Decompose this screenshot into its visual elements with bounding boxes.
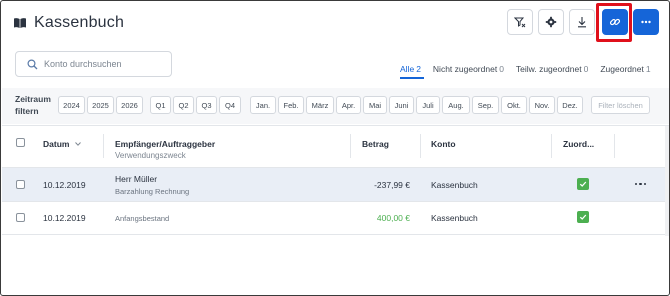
month-chip-apr[interactable]: Apr. xyxy=(336,96,361,114)
more-icon xyxy=(641,20,651,24)
column-subheader-purpose: Verwendungszweck xyxy=(115,151,186,160)
month-chip-sep[interactable]: Sep. xyxy=(472,96,499,114)
assigned-check-icon xyxy=(577,178,589,190)
year-chip-2026[interactable]: 2026 xyxy=(116,96,143,114)
active-tab-indicator xyxy=(400,77,424,79)
sort-chevron-down-icon xyxy=(75,142,82,146)
month-chip-mai[interactable]: Mai xyxy=(363,96,387,114)
column-separator xyxy=(420,134,421,158)
row-divider xyxy=(2,234,669,235)
table-header-top-border xyxy=(2,125,669,126)
row-date: 10.12.2019 xyxy=(43,180,86,190)
assignment-tabs: Alle 2 Nicht zugeordnet 0 Teilw. zugeordne… xyxy=(400,64,663,74)
tab-label: Alle xyxy=(400,64,415,74)
year-chip-2025[interactable]: 2025 xyxy=(87,96,114,114)
row-date: 10.12.2019 xyxy=(43,213,86,223)
month-chip-juni[interactable]: Juni xyxy=(389,96,414,114)
quarter-chip-q3[interactable]: Q3 xyxy=(196,96,217,114)
tab-label: Teilw. zugeordnet xyxy=(515,64,582,74)
row-amount: -237,99 € xyxy=(374,180,410,190)
month-chip-dez[interactable]: Dez. xyxy=(557,96,583,114)
column-header-date[interactable]: Datum xyxy=(43,139,82,149)
settings-icon xyxy=(545,16,557,28)
column-header-date-label: Datum xyxy=(43,139,70,149)
download-icon xyxy=(578,17,586,28)
tab-label: Zugeordnet xyxy=(600,64,644,74)
period-filter-label-line2: filtern xyxy=(15,106,39,116)
tab-teilw-zugeordnet[interactable]: Teilw. zugeordnet 0 xyxy=(516,64,588,74)
quarter-chip-q2[interactable]: Q2 xyxy=(173,96,194,114)
row-purpose: Anfangsbestand xyxy=(115,214,170,223)
column-separator xyxy=(350,134,351,158)
tab-nicht-zugeordnet[interactable]: Nicht zugeordnet 0 xyxy=(433,64,504,74)
search-box[interactable] xyxy=(15,51,172,77)
search-input[interactable] xyxy=(44,59,164,69)
row-payee: Herr Müller xyxy=(115,174,158,184)
highlight-annotation xyxy=(596,3,632,42)
tab-label: Nicht zugeordnet xyxy=(432,64,498,74)
month-chip-okt[interactable]: Okt. xyxy=(501,96,527,114)
tab-count: 0 xyxy=(499,64,504,74)
download-button[interactable] xyxy=(569,9,595,35)
month-chip-aug[interactable]: Aug. xyxy=(442,96,470,114)
column-separator xyxy=(551,134,552,158)
book-icon xyxy=(14,18,26,28)
quarter-chip-q4[interactable]: Q4 xyxy=(219,96,241,114)
search-icon xyxy=(27,58,38,69)
assigned-check-icon xyxy=(577,211,589,223)
row-checkbox[interactable] xyxy=(16,180,25,189)
month-chip-jan[interactable]: Jan. xyxy=(250,96,276,114)
column-header-account[interactable]: Konto xyxy=(431,139,456,149)
month-chip-juli[interactable]: Juli xyxy=(416,96,440,114)
quarter-chip-q1[interactable]: Q1 xyxy=(150,96,171,114)
settings-button[interactable] xyxy=(538,9,564,35)
row-purpose: Barzahlung Rechnung xyxy=(115,187,190,196)
column-header-payee[interactable]: Empfänger/Auftraggeber xyxy=(115,139,215,149)
period-filter-label-line1: Zeitraum xyxy=(15,94,51,104)
column-separator xyxy=(614,134,615,158)
more-button[interactable] xyxy=(633,9,659,35)
filter-clear-icon xyxy=(514,17,526,28)
month-chip-nov[interactable]: Nov. xyxy=(529,96,555,114)
column-separator xyxy=(103,134,104,158)
horizontal-scroll-edge[interactable] xyxy=(665,126,669,236)
clear-filter-button[interactable] xyxy=(507,9,533,35)
column-header-amount[interactable]: Betrag xyxy=(362,139,389,149)
row-account: Kassenbuch xyxy=(431,180,478,190)
tab-count: 0 xyxy=(583,64,589,74)
month-chip-maerz[interactable]: März xyxy=(306,96,334,114)
row-actions-more-icon[interactable] xyxy=(635,183,647,186)
tab-zugeordnet[interactable]: Zugeordnet 1 xyxy=(600,64,650,74)
period-filter-label: Zeitraum filtern xyxy=(15,93,51,117)
tab-alle[interactable]: Alle 2 xyxy=(400,64,421,74)
tab-count: 1 xyxy=(645,64,651,74)
clear-period-filter-button[interactable]: Filter löschen xyxy=(591,96,650,114)
month-chip-feb[interactable]: Feb. xyxy=(278,96,304,114)
select-all-checkbox[interactable] xyxy=(16,138,25,147)
row-account: Kassenbuch xyxy=(431,213,478,223)
row-checkbox[interactable] xyxy=(16,213,25,222)
page-title: Kassenbuch xyxy=(34,14,125,31)
column-header-assignment[interactable]: Zuord... xyxy=(563,139,594,149)
tab-count: 2 xyxy=(416,64,421,74)
window: Kassenbuch Konto durchsuchen Alle 2 Nich… xyxy=(0,0,670,296)
row-amount: 400,00 € xyxy=(376,213,410,223)
year-chip-2024[interactable]: 2024 xyxy=(58,96,85,114)
page-header: Kassenbuch xyxy=(13,11,124,35)
